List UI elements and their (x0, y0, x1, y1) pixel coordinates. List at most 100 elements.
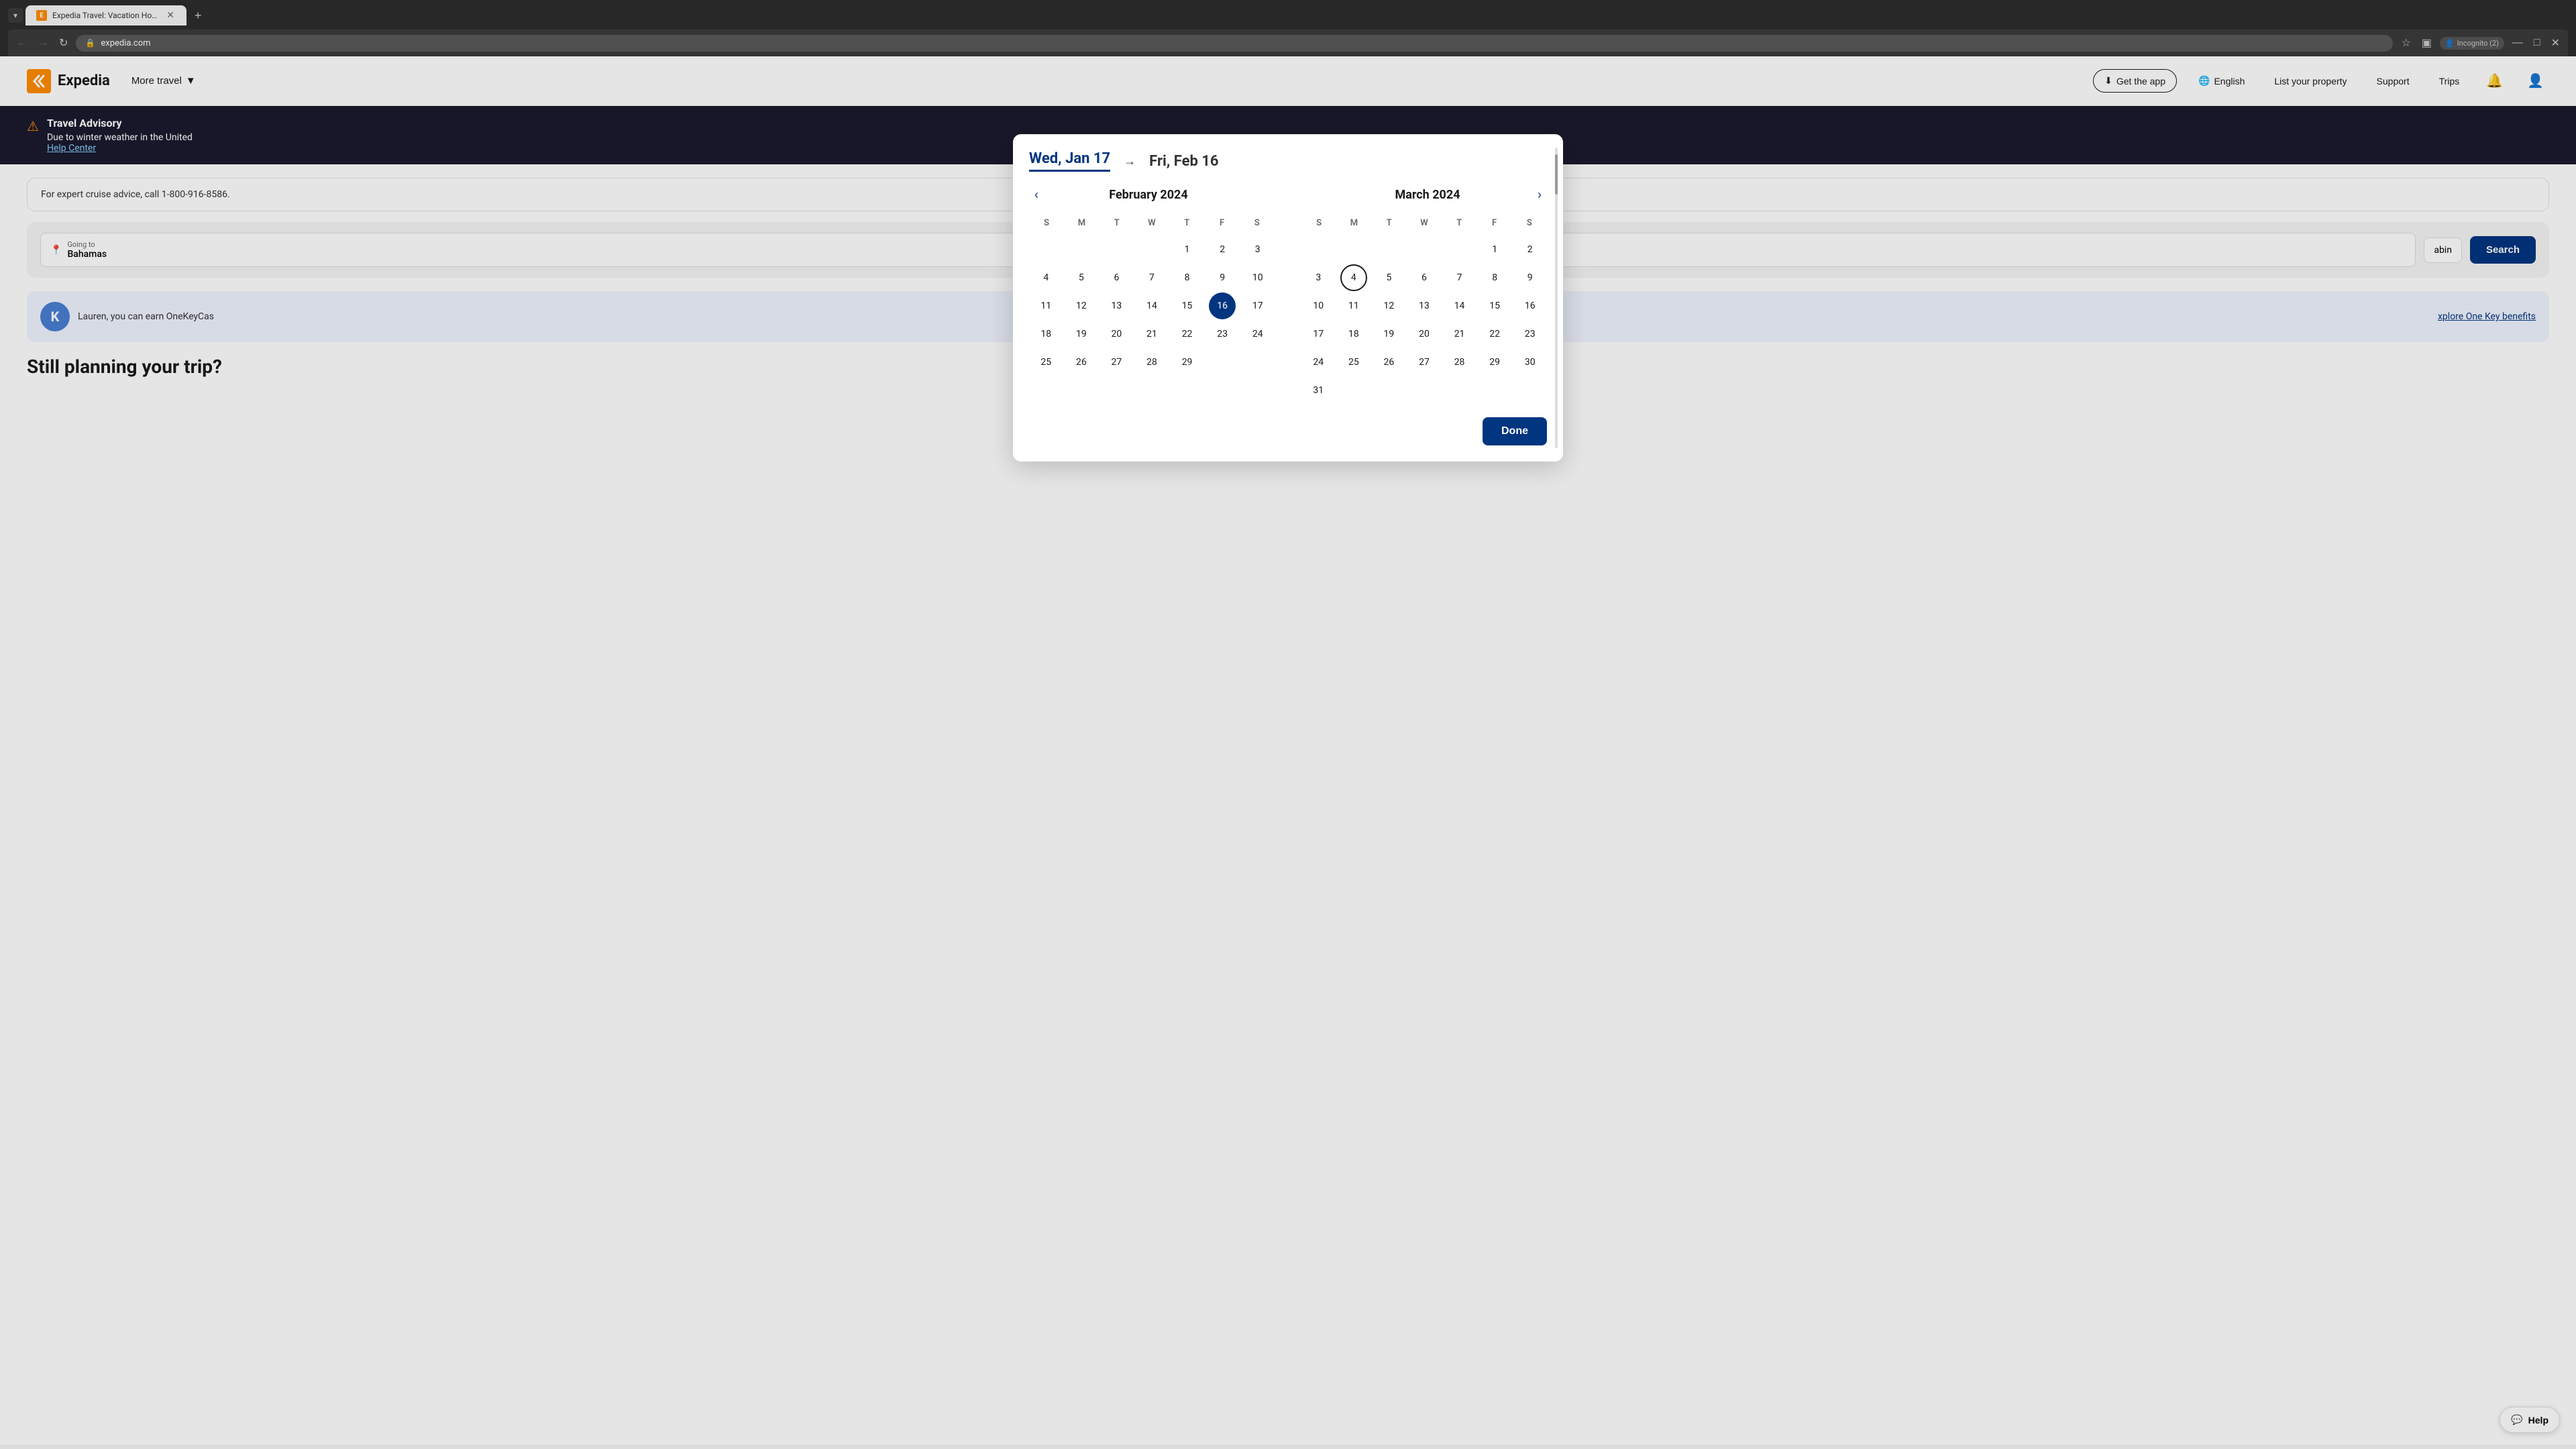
day-header-m1: M (1064, 215, 1099, 231)
day-cell[interactable]: 20 (1103, 321, 1130, 347)
day-cell[interactable]: 27 (1103, 349, 1130, 376)
done-button[interactable]: Done (1483, 417, 1547, 445)
day-cell[interactable]: 17 (1305, 321, 1332, 347)
day-cell[interactable]: 3 (1244, 236, 1271, 263)
february-title: February 2024 (1109, 188, 1187, 202)
day-cell[interactable]: 2 (1517, 236, 1544, 263)
day-cell[interactable]: 8 (1481, 264, 1508, 291)
day-header-mw1: W (1407, 215, 1442, 231)
day-cell[interactable]: 9 (1517, 264, 1544, 291)
day-cell[interactable]: 31 (1305, 377, 1332, 404)
day-cell[interactable]: 11 (1032, 292, 1059, 319)
day-cell[interactable]: 26 (1068, 349, 1095, 376)
day-cell (1340, 236, 1367, 263)
day-cell[interactable]: 30 (1517, 349, 1544, 376)
feb-day-grid: 1234567891011121314151617181920212223242… (1029, 236, 1275, 376)
day-cell[interactable]: 3 (1305, 264, 1332, 291)
day-cell[interactable]: 12 (1375, 292, 1402, 319)
march-header: March 2024 › (1301, 185, 1547, 205)
day-cell (1103, 236, 1130, 263)
day-cell (1411, 236, 1438, 263)
day-cell[interactable]: 23 (1517, 321, 1544, 347)
day-cell[interactable]: 25 (1340, 349, 1367, 376)
day-cell[interactable]: 1 (1481, 236, 1508, 263)
day-cell[interactable]: 19 (1375, 321, 1402, 347)
calendar-modal: Wed, Jan 17 → Fri, Feb 16 ‹ February 202… (1013, 134, 1563, 462)
day-cell[interactable]: 1 (1174, 236, 1201, 263)
day-cell[interactable]: 14 (1446, 292, 1473, 319)
day-cell[interactable]: 12 (1068, 292, 1095, 319)
day-header-mt1: T (1372, 215, 1407, 231)
day-cell[interactable]: 23 (1209, 321, 1236, 347)
day-cell[interactable]: 4 (1340, 264, 1367, 291)
calendar-body: ‹ February 2024 S M T W T F S 1234567891… (1029, 185, 1547, 404)
day-cell[interactable]: 10 (1305, 292, 1332, 319)
day-cell[interactable]: 9 (1209, 264, 1236, 291)
day-cell[interactable]: 20 (1411, 321, 1438, 347)
feb-day-headers: S M T W T F S (1029, 215, 1275, 231)
day-cell[interactable]: 29 (1481, 349, 1508, 376)
day-cell[interactable]: 17 (1244, 292, 1271, 319)
day-cell[interactable]: 5 (1068, 264, 1095, 291)
day-cell (1138, 236, 1165, 263)
next-month-button[interactable]: › (1532, 185, 1547, 205)
day-cell[interactable]: 6 (1411, 264, 1438, 291)
day-header-s1: S (1029, 215, 1064, 231)
day-cell[interactable]: 21 (1446, 321, 1473, 347)
day-header-w1: W (1134, 215, 1169, 231)
day-header-s2: S (1240, 215, 1275, 231)
day-header-ms1: S (1301, 215, 1336, 231)
day-cell[interactable]: 15 (1481, 292, 1508, 319)
day-header-f1: F (1204, 215, 1239, 231)
day-cell[interactable]: 2 (1209, 236, 1236, 263)
february-header: ‹ February 2024 (1029, 185, 1275, 205)
day-header-t1: T (1099, 215, 1134, 231)
day-cell[interactable]: 22 (1481, 321, 1508, 347)
calendar-scroll-thumb (1555, 154, 1558, 195)
day-cell[interactable]: 29 (1174, 349, 1201, 376)
day-cell[interactable]: 18 (1340, 321, 1367, 347)
day-cell (1032, 236, 1059, 263)
day-cell (1375, 236, 1402, 263)
day-cell[interactable]: 28 (1446, 349, 1473, 376)
march-calendar: March 2024 › S M T W T F S 1234567891011… (1301, 185, 1547, 404)
day-cell (1068, 236, 1095, 263)
day-cell[interactable]: 28 (1138, 349, 1165, 376)
day-cell[interactable]: 14 (1138, 292, 1165, 319)
day-cell[interactable]: 6 (1103, 264, 1130, 291)
day-cell[interactable]: 16 (1209, 292, 1236, 319)
day-cell[interactable]: 10 (1244, 264, 1271, 291)
calendar-overlay: Wed, Jan 17 → Fri, Feb 16 ‹ February 202… (0, 0, 2576, 1449)
calendar-footer: Done (1029, 417, 1547, 445)
day-cell[interactable]: 25 (1032, 349, 1059, 376)
day-header-mf1: F (1477, 215, 1511, 231)
march-title: March 2024 (1395, 188, 1460, 202)
day-cell[interactable]: 13 (1411, 292, 1438, 319)
day-cell[interactable]: 18 (1032, 321, 1059, 347)
day-cell[interactable]: 27 (1411, 349, 1438, 376)
day-header-ms2: S (1512, 215, 1547, 231)
day-cell[interactable]: 24 (1305, 349, 1332, 376)
day-cell[interactable]: 19 (1068, 321, 1095, 347)
day-cell[interactable]: 24 (1244, 321, 1271, 347)
day-cell (1446, 236, 1473, 263)
day-cell[interactable]: 26 (1375, 349, 1402, 376)
day-cell[interactable]: 8 (1174, 264, 1201, 291)
day-cell[interactable]: 5 (1375, 264, 1402, 291)
day-cell[interactable]: 22 (1174, 321, 1201, 347)
mar-day-headers: S M T W T F S (1301, 215, 1547, 231)
prev-month-button[interactable]: ‹ (1029, 185, 1044, 205)
day-cell[interactable]: 16 (1517, 292, 1544, 319)
february-calendar: ‹ February 2024 S M T W T F S 1234567891… (1029, 185, 1275, 404)
calendar-date-to[interactable]: Fri, Feb 16 (1149, 153, 1218, 170)
day-cell[interactable]: 21 (1138, 321, 1165, 347)
day-cell[interactable]: 7 (1446, 264, 1473, 291)
day-cell[interactable]: 4 (1032, 264, 1059, 291)
calendar-scrollbar[interactable] (1555, 148, 1558, 448)
day-cell[interactable]: 13 (1103, 292, 1130, 319)
day-cell[interactable]: 15 (1174, 292, 1201, 319)
day-cell[interactable]: 11 (1340, 292, 1367, 319)
calendar-date-from[interactable]: Wed, Jan 17 (1029, 150, 1110, 172)
day-cell[interactable]: 7 (1138, 264, 1165, 291)
day-cell (1305, 236, 1332, 263)
